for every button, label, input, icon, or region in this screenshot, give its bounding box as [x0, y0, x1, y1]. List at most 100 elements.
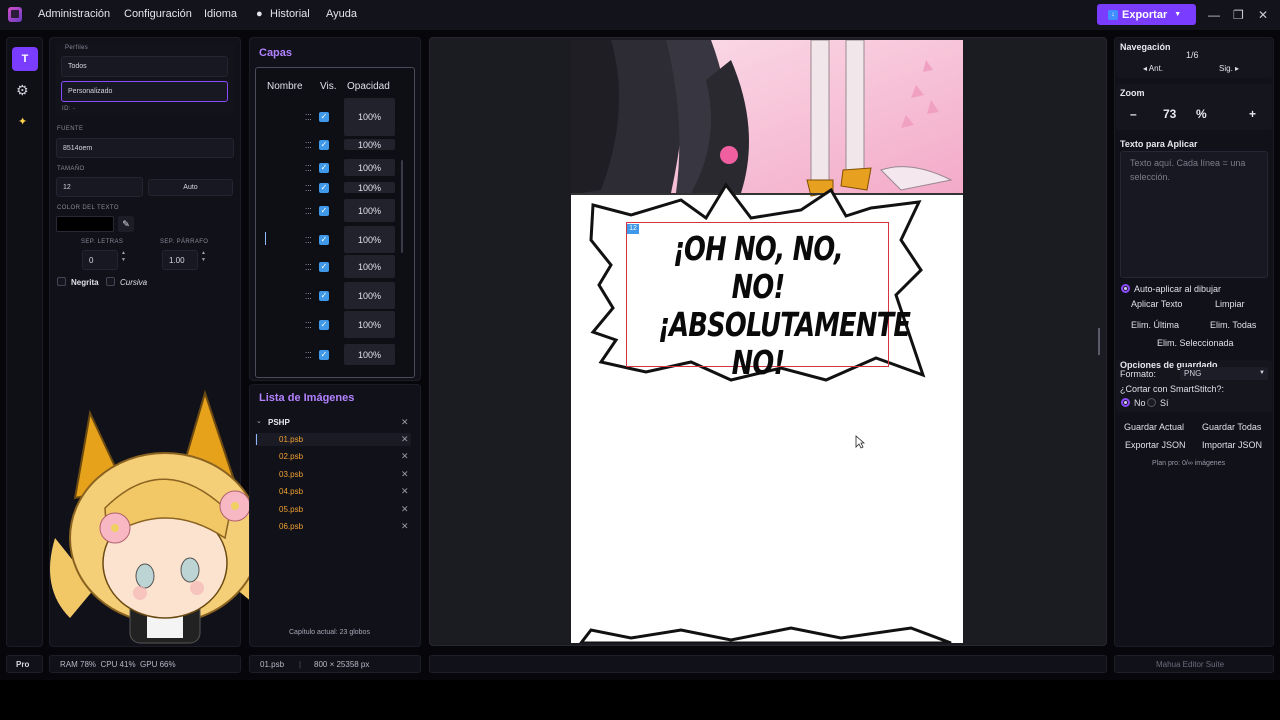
- layer-row[interactable]: ...... ✓ 100%: [259, 136, 409, 151]
- layer-visibility-checkbox[interactable]: ✓: [319, 139, 329, 150]
- smartstitch-yes-radio[interactable]: [1147, 398, 1156, 407]
- menu-administracion[interactable]: Administración: [38, 8, 110, 20]
- sparkle-icon[interactable]: ✦: [18, 115, 27, 128]
- size-auto-button[interactable]: Auto: [148, 179, 233, 196]
- smartstitch-no-radio[interactable]: [1121, 398, 1130, 407]
- eyedropper-icon[interactable]: ✎: [118, 216, 134, 232]
- layer-row[interactable]: ...... ✓ 100%: [259, 225, 409, 254]
- layer-visibility-checkbox[interactable]: ✓: [319, 205, 329, 216]
- zoom-value[interactable]: 73: [1163, 107, 1176, 121]
- size-field[interactable]: 12: [56, 177, 143, 197]
- save-current-button[interactable]: Guardar Actual: [1124, 422, 1184, 432]
- layer-row[interactable]: ...... ✓ 100%: [259, 343, 409, 366]
- layer-row[interactable]: ...... ✓ 100%: [259, 281, 409, 310]
- layer-row[interactable]: ...... ✓ 100%: [259, 198, 409, 223]
- remove-folder-icon[interactable]: ✕: [401, 417, 409, 428]
- delete-all-button[interactable]: Elim. Todas: [1210, 320, 1256, 330]
- layer-opacity-field[interactable]: 100%: [344, 182, 395, 193]
- letter-spacing-stepper[interactable]: ▲ ▼: [121, 250, 126, 264]
- image-file-item[interactable]: 05.psb: [279, 505, 303, 514]
- profile-all[interactable]: Todos: [61, 56, 228, 77]
- layer-opacity-field[interactable]: 100%: [344, 139, 395, 150]
- letter-spacing-field[interactable]: 0: [82, 250, 118, 270]
- next-page-button[interactable]: Sig. ▸: [1219, 64, 1239, 73]
- menu-idioma[interactable]: Idioma: [204, 8, 237, 20]
- delete-last-button[interactable]: Elim. Última: [1131, 320, 1179, 330]
- font-field[interactable]: 8514oem: [56, 138, 234, 158]
- layer-row[interactable]: ...... ✓ 100%: [259, 97, 409, 137]
- layer-row[interactable]: ...... ✓ 100%: [259, 158, 409, 177]
- menu-ayuda[interactable]: Ayuda: [326, 8, 357, 20]
- font-label: FUENTE: [57, 126, 84, 132]
- italic-checkbox[interactable]: [106, 277, 115, 286]
- layer-opacity-field[interactable]: 100%: [344, 255, 395, 278]
- layers-scrollbar[interactable]: [401, 160, 403, 253]
- layer-opacity-field[interactable]: 100%: [344, 226, 395, 253]
- resource-usage: RAM 78% CPU 41% GPU 66%: [60, 660, 176, 669]
- apply-text-area[interactable]: Texto aquí. Cada línea = una selección.: [1120, 151, 1268, 278]
- image-file-item[interactable]: 02.psb: [279, 452, 303, 461]
- layer-opacity-field[interactable]: 100%: [344, 98, 395, 136]
- layer-opacity-field[interactable]: 100%: [344, 199, 395, 222]
- layer-name: ......: [305, 201, 312, 216]
- format-select[interactable]: PNG ▼: [1180, 367, 1268, 380]
- layer-visibility-checkbox[interactable]: ✓: [319, 319, 329, 330]
- suite-name: Mahua Editor Suite: [1156, 660, 1225, 669]
- app-logo-icon: [8, 7, 22, 22]
- layer-visibility-checkbox[interactable]: ✓: [319, 261, 329, 272]
- apply-text-button[interactable]: Aplicar Texto: [1131, 299, 1182, 309]
- remove-image-icon[interactable]: ✕: [401, 469, 409, 480]
- layer-opacity-field[interactable]: 100%: [344, 344, 395, 365]
- minimize-icon[interactable]: —: [1208, 8, 1220, 22]
- auto-apply-toggle[interactable]: [1121, 284, 1130, 293]
- gear-icon[interactable]: ⚙: [16, 82, 29, 99]
- restore-icon[interactable]: ❐: [1233, 8, 1244, 22]
- clear-button[interactable]: Limpiar: [1215, 299, 1245, 309]
- prev-page-button[interactable]: ◂ Ant.: [1143, 64, 1163, 73]
- layer-visibility-checkbox[interactable]: ✓: [319, 112, 329, 122]
- chapter-status: Capítulo actual: 23 globos: [289, 629, 370, 636]
- zoom-in-button[interactable]: +: [1249, 107, 1256, 121]
- import-json-button[interactable]: Importar JSON: [1202, 440, 1262, 450]
- layer-visibility-checkbox[interactable]: ✓: [319, 234, 329, 245]
- layer-visibility-checkbox[interactable]: ✓: [319, 349, 329, 360]
- zoom-unit: %: [1196, 107, 1207, 121]
- remove-image-icon[interactable]: ✕: [401, 451, 409, 462]
- image-file-item[interactable]: 01.psb: [279, 435, 303, 444]
- folder-name[interactable]: PSHP: [268, 418, 290, 427]
- layer-row[interactable]: ...... ✓ 100%: [259, 310, 409, 339]
- menu-configuracion[interactable]: Configuración: [124, 8, 192, 20]
- layer-opacity-field[interactable]: 100%: [344, 311, 395, 338]
- save-all-button[interactable]: Guardar Todas: [1202, 422, 1261, 432]
- bubble-text[interactable]: ¡OH NO, NO, NO! ¡ABSOLUTAMENTE NO!: [658, 230, 911, 382]
- layer-visibility-checkbox[interactable]: ✓: [319, 290, 329, 301]
- remove-image-icon[interactable]: ✕: [401, 434, 409, 445]
- bold-checkbox[interactable]: [57, 277, 66, 286]
- image-list-title: Lista de Imágenes: [259, 392, 355, 404]
- delete-selected-button[interactable]: Elim. Seleccionada: [1157, 338, 1234, 348]
- image-file-item[interactable]: 06.psb: [279, 522, 303, 531]
- layer-visibility-checkbox[interactable]: ✓: [319, 162, 329, 173]
- remove-image-icon[interactable]: ✕: [401, 504, 409, 515]
- remove-image-icon[interactable]: ✕: [401, 486, 409, 497]
- layer-row[interactable]: ...... ✓ 100%: [259, 254, 409, 279]
- close-icon[interactable]: ✕: [1258, 8, 1268, 22]
- paragraph-spacing-stepper[interactable]: ▲ ▼: [201, 250, 206, 264]
- paragraph-spacing-field[interactable]: 1.00: [162, 250, 198, 270]
- zoom-out-button[interactable]: –: [1130, 107, 1137, 121]
- menu-historial[interactable]: Historial: [270, 8, 310, 20]
- text-color-swatch[interactable]: [56, 216, 114, 232]
- chevron-down-icon[interactable]: ⌄: [256, 417, 262, 425]
- remove-image-icon[interactable]: ✕: [401, 521, 409, 532]
- canvas-scrollbar[interactable]: [1098, 328, 1100, 355]
- layer-visibility-checkbox[interactable]: ✓: [319, 182, 329, 193]
- image-file-item[interactable]: 04.psb: [279, 487, 303, 496]
- export-button[interactable]: ↓ Exportar ▼: [1097, 4, 1196, 25]
- text-tool-button[interactable]: T: [12, 47, 38, 71]
- layer-opacity-field[interactable]: 100%: [344, 282, 395, 309]
- layer-opacity-field[interactable]: 100%: [344, 159, 395, 176]
- export-json-button[interactable]: Exportar JSON: [1125, 440, 1186, 450]
- image-file-item[interactable]: 03.psb: [279, 470, 303, 479]
- profile-custom[interactable]: Personalizado: [61, 81, 228, 102]
- layer-row[interactable]: ...... ✓ 100%: [259, 179, 409, 194]
